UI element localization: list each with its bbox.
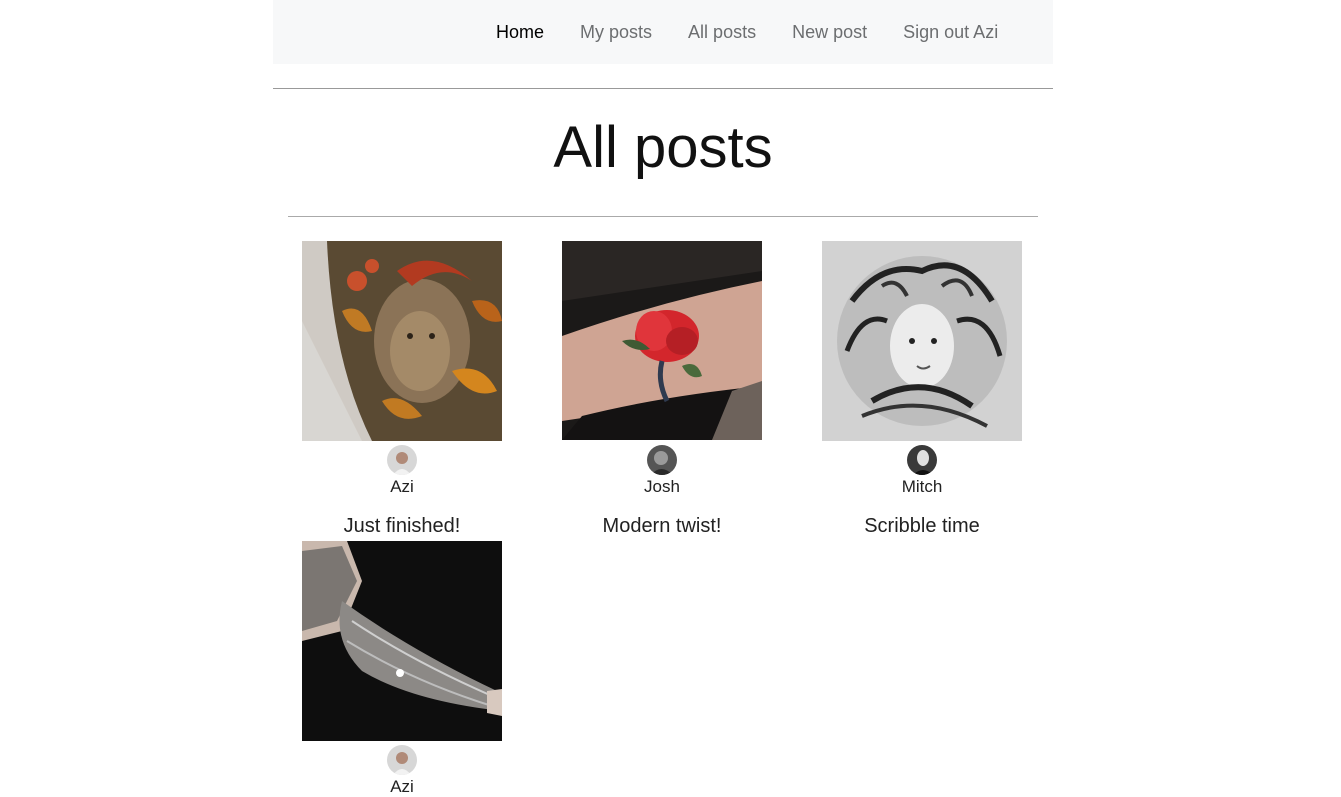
post-image[interactable] — [302, 241, 502, 441]
post-caption: Just finished! — [343, 515, 461, 537]
author-name[interactable]: Azi — [302, 777, 502, 797]
tattoo-medusa-image — [822, 241, 1022, 441]
post-card: Azi — [302, 541, 502, 796]
post-image[interactable] — [562, 241, 762, 440]
nav-my-posts-link[interactable]: My posts — [580, 22, 652, 43]
author-avatar[interactable] — [387, 745, 417, 775]
tattoo-portrait-image — [302, 241, 502, 441]
author-name[interactable]: Mitch — [822, 477, 1022, 497]
author-avatar[interactable] — [387, 445, 417, 475]
navbar: Home My posts All posts New post Sign ou… — [273, 0, 1053, 64]
author-name[interactable]: Azi — [302, 477, 502, 497]
author-avatar[interactable] — [907, 445, 937, 475]
post-card: Josh Modern twist! — [562, 241, 762, 537]
page-container: Home My posts All posts New post Sign ou… — [273, 0, 1053, 796]
author-name[interactable]: Josh — [562, 477, 762, 497]
tattoo-mandala-image — [302, 541, 502, 741]
post-card: Azi Just finished! — [302, 241, 502, 537]
tattoo-poppy-image — [562, 241, 762, 440]
nav-links: Home My posts All posts New post Sign ou… — [496, 0, 998, 64]
nav-sign-out-link[interactable]: Sign out Azi — [903, 22, 998, 43]
nav-all-posts-link[interactable]: All posts — [688, 22, 756, 43]
post-image[interactable] — [302, 541, 502, 741]
post-caption: Scribble time — [864, 515, 980, 537]
nav-home-link[interactable]: Home — [496, 22, 544, 43]
author-avatar[interactable] — [647, 445, 677, 475]
page-title: All posts — [553, 115, 773, 180]
post-image[interactable] — [822, 241, 1022, 441]
post-card: Mitch Scribble time — [822, 241, 1022, 537]
title-divider — [288, 216, 1038, 217]
top-divider — [273, 88, 1053, 89]
post-caption: Modern twist! — [602, 515, 722, 537]
nav-new-post-link[interactable]: New post — [792, 22, 867, 43]
